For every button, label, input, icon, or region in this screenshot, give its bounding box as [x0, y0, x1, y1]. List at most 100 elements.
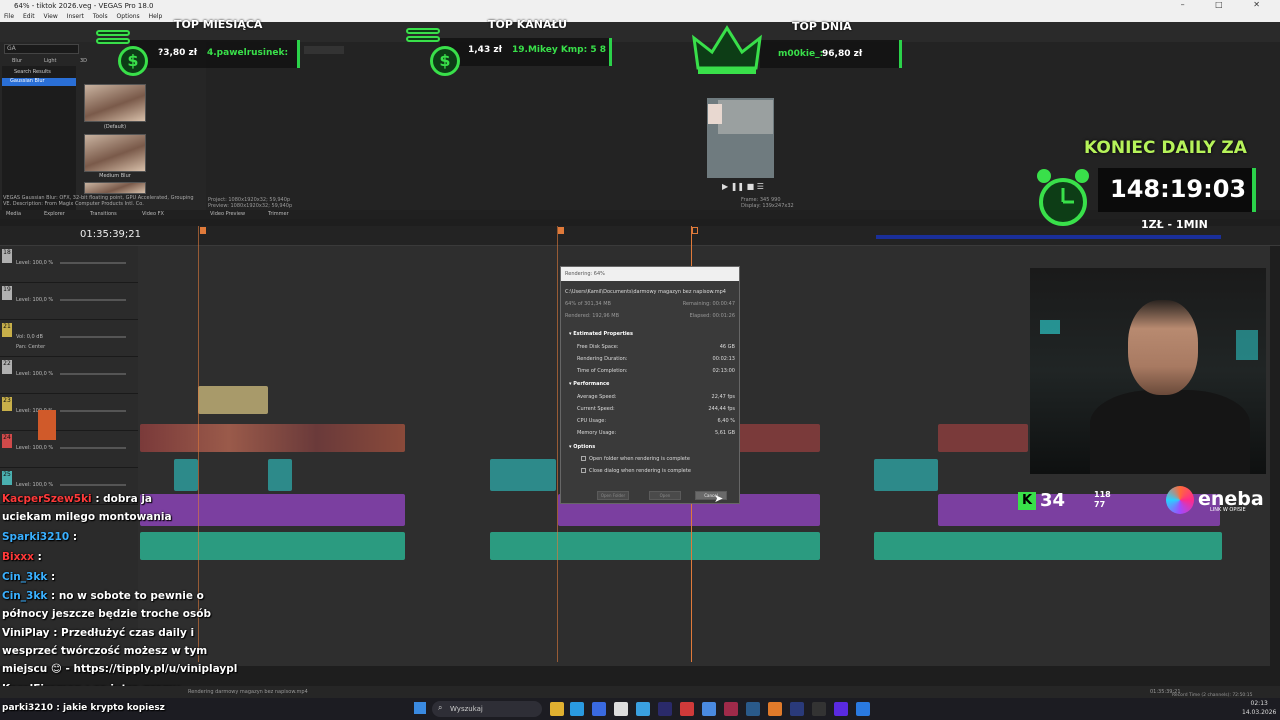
track-level-slider[interactable]	[60, 299, 126, 301]
track-pan-label[interactable]: Pan: Center	[16, 344, 45, 350]
section-estimated[interactable]: ▾ Estimated Properties	[569, 331, 633, 337]
render-duration-value: 00:02:13	[712, 356, 735, 362]
taskbar-search-input[interactable]: Wyszukaj	[432, 701, 542, 717]
tab-video-fx[interactable]: Video FX	[142, 211, 164, 217]
menu-options[interactable]: Options	[117, 13, 140, 20]
app-icon[interactable]	[636, 702, 650, 716]
preview-toolbar[interactable]	[304, 46, 344, 54]
track-level-slider[interactable]	[60, 484, 126, 486]
track-number: 23	[2, 397, 12, 411]
app-icon[interactable]	[658, 702, 672, 716]
track-level-slider[interactable]	[60, 373, 126, 375]
crown-icon	[692, 25, 762, 74]
fx-preset-thumbnail[interactable]	[84, 84, 146, 122]
track-number: 24	[2, 434, 12, 448]
tab-trimmer[interactable]: Trimmer	[268, 211, 289, 217]
track-header[interactable]: 19 Level: 100,0 %	[0, 283, 138, 320]
app-icon[interactable]	[724, 702, 738, 716]
menu-help[interactable]: Help	[149, 13, 163, 20]
video-clip[interactable]	[174, 459, 198, 491]
track-header[interactable]: 22 Level: 100,0 %	[0, 357, 138, 394]
opera-icon[interactable]	[680, 702, 694, 716]
track-header[interactable]: 18 Level: 100,0 %	[0, 246, 138, 283]
preview-transport[interactable]: ▶ ❚❚ ■ ☰	[722, 182, 764, 191]
video-clip[interactable]	[140, 424, 405, 452]
marker-icon[interactable]	[692, 227, 698, 234]
obs-icon[interactable]	[812, 702, 826, 716]
fx-tab-3d[interactable]: 3D	[80, 58, 87, 64]
app-icon[interactable]	[614, 702, 628, 716]
chat-message: : Przedłużyć czas daily i	[53, 627, 195, 639]
close-dialog-label: Close dialog when rendering is complete	[589, 468, 691, 474]
fx-search-input[interactable]: GA	[4, 44, 79, 54]
fx-preset-label: (Default)	[103, 124, 127, 130]
top-day-name: m00kie_:	[778, 49, 824, 59]
chat-line: Cin_3kk :	[2, 571, 55, 583]
store-icon[interactable]	[592, 702, 606, 716]
menu-tools[interactable]: Tools	[93, 13, 108, 20]
video-clip[interactable]	[198, 386, 268, 414]
app-icon[interactable]	[834, 702, 848, 716]
menu-file[interactable]: File	[4, 13, 14, 20]
top-day-amount: 96,80 zł	[822, 49, 863, 59]
video-clip[interactable]	[938, 424, 1028, 452]
track-level-label: Level: 100,0 %	[16, 445, 54, 451]
file-explorer-icon[interactable]	[550, 702, 564, 716]
app-icon[interactable]	[856, 702, 870, 716]
video-clip[interactable]	[490, 459, 556, 491]
loop-region-bar[interactable]	[876, 235, 1221, 239]
menu-insert[interactable]: Insert	[67, 13, 84, 20]
vegas-icon[interactable]	[768, 702, 782, 716]
photoshop-icon[interactable]	[790, 702, 804, 716]
close-dialog-checkbox[interactable]	[581, 468, 586, 473]
section-performance[interactable]: ▾ Performance	[569, 381, 609, 387]
open-button[interactable]: Open	[649, 491, 681, 500]
fx-list-item-selected[interactable]: Gaussian Blur	[2, 78, 76, 86]
taskbar-clock[interactable]: 02:13 14.03.2026	[1242, 699, 1276, 717]
menu-view[interactable]: View	[44, 13, 58, 20]
marker-icon[interactable]	[558, 227, 564, 234]
track-level-label: Level: 100,0 %	[16, 260, 54, 266]
tab-explorer[interactable]: Explorer	[44, 211, 65, 217]
track-level-label: Level: 100,0 %	[16, 371, 54, 377]
open-folder-button[interactable]: Open Folder	[597, 491, 629, 500]
video-clip[interactable]	[738, 424, 820, 452]
eneba-subtitle: LINK W OPISIE	[1210, 507, 1246, 513]
track-header[interactable]: 21 Vol: 0,0 dB Pan: Center	[0, 320, 138, 357]
steam-icon[interactable]	[746, 702, 760, 716]
audio-clip[interactable]	[140, 494, 405, 526]
track-level-slider[interactable]	[60, 262, 126, 264]
window-controls[interactable]: – □ ✕	[1181, 0, 1274, 9]
track-header[interactable]: 24 Level: 100,0 %	[0, 431, 138, 468]
app-icon[interactable]	[702, 702, 716, 716]
track-level-label: Level: 100,0 %	[16, 297, 54, 303]
video-clip[interactable]	[874, 459, 938, 491]
tab-video-preview[interactable]: Video Preview	[210, 211, 245, 217]
chat-line: północy jeszcze będzie troche osób	[2, 608, 211, 620]
start-menu-icon[interactable]	[414, 702, 426, 714]
fx-tab-blur[interactable]: Blur	[12, 58, 22, 64]
track-header[interactable]: 23 Level: 100,0 %	[0, 394, 138, 431]
menu-edit[interactable]: Edit	[23, 13, 35, 20]
fx-preset-thumbnail[interactable]	[84, 182, 146, 194]
fx-list-item[interactable]: Search Results	[2, 69, 76, 77]
marker-icon[interactable]	[200, 227, 206, 234]
cpu-label: CPU Usage:	[577, 418, 607, 424]
edge-icon[interactable]	[570, 702, 584, 716]
chat-message: wesprzeć twórczość możesz w tym	[2, 645, 208, 657]
tab-media[interactable]: Media	[6, 211, 21, 217]
fx-tab-light[interactable]: Light	[44, 58, 56, 64]
track-level-slider[interactable]	[60, 447, 126, 449]
memory-value: 5,61 GB	[714, 430, 735, 436]
audio-clip[interactable]	[490, 532, 820, 560]
video-clip[interactable]	[268, 459, 292, 491]
fx-preset-thumbnail[interactable]	[84, 134, 146, 172]
track-level-label: Level: 100,0 %	[16, 482, 54, 488]
track-level-slider[interactable]	[60, 410, 126, 412]
tab-transitions[interactable]: Transitions	[90, 211, 117, 217]
audio-clip[interactable]	[140, 532, 405, 560]
open-folder-checkbox[interactable]	[581, 456, 586, 461]
track-level-slider[interactable]	[60, 336, 126, 338]
audio-clip[interactable]	[874, 532, 1222, 560]
section-options[interactable]: ▾ Options	[569, 444, 595, 450]
